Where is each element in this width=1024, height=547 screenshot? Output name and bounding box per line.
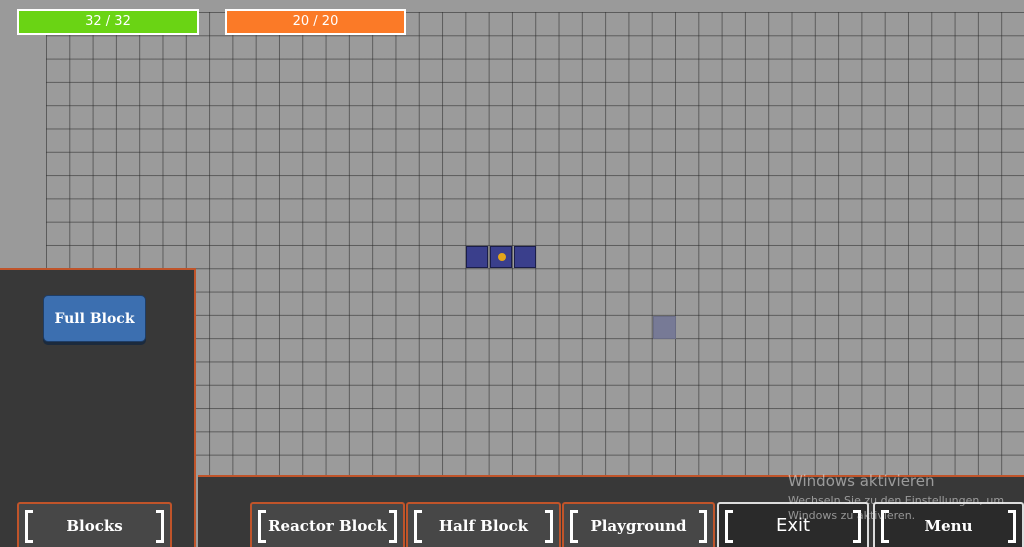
tab-playground[interactable]: Playground (562, 502, 715, 547)
placed-block-left[interactable] (466, 246, 488, 268)
health-bar-label: 32 / 32 (85, 14, 131, 29)
placed-block-right[interactable] (514, 246, 536, 268)
energy-bar: 20 / 20 (225, 9, 406, 35)
full-block-button[interactable]: Full Block (43, 295, 146, 342)
tab-blocks[interactable]: Blocks (17, 502, 172, 547)
energy-bar-label: 20 / 20 (292, 14, 339, 29)
tab-half-block[interactable]: Half Block (406, 502, 561, 547)
watermark-title: Windows aktivieren (788, 472, 935, 490)
reactor-core-block[interactable] (490, 246, 512, 268)
reactor-core-icon (498, 253, 506, 261)
windows-activation-watermark: Windows aktivieren Wechseln Sie zu den E… (788, 472, 1024, 523)
tab-reactor-block[interactable]: Reactor Block (250, 502, 405, 547)
placement-cursor (653, 316, 676, 339)
watermark-subtitle: Wechseln Sie zu den Einstellungen, um Wi… (788, 494, 1005, 522)
health-bar: 32 / 32 (17, 9, 199, 35)
